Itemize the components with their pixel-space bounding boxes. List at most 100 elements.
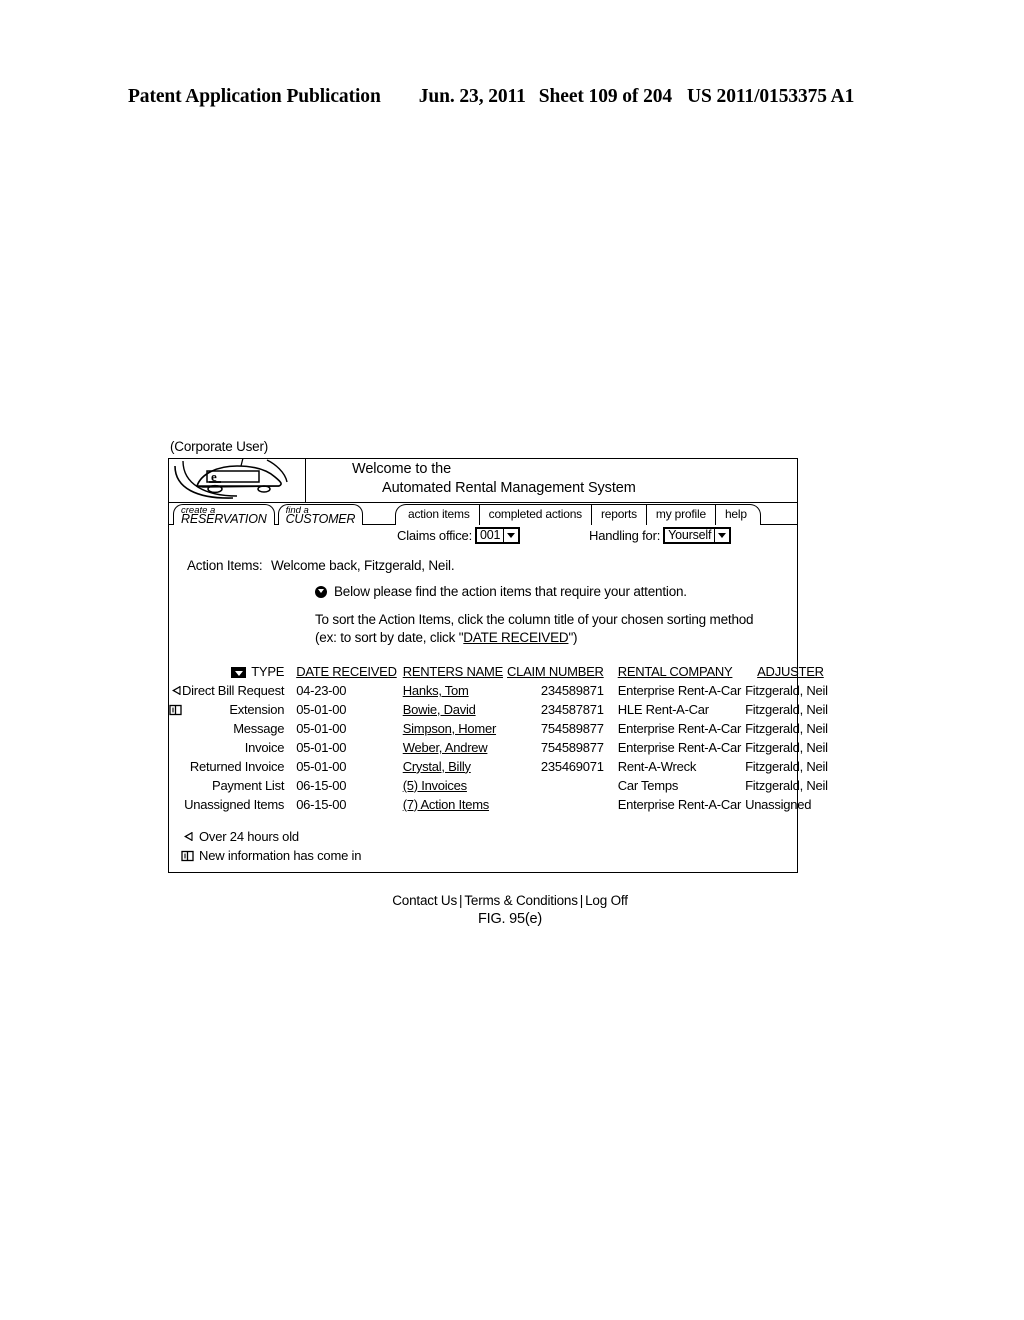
row-renters-name-link[interactable]: Bowie, David (403, 702, 476, 717)
welcome-line-2: Automated Rental Management System (382, 479, 636, 496)
table-row[interactable]: Extension 05-01-00 Bowie, David 23458787… (169, 700, 828, 719)
table-row[interactable]: Payment List 06-15-00 (5) Invoices Car T… (169, 776, 828, 795)
handling-for-value: Yourself (668, 527, 712, 542)
header-type[interactable]: TYPE (182, 664, 292, 681)
legend-item-new-information: New information has come in (181, 847, 797, 865)
tab-help[interactable]: help (716, 505, 760, 525)
row-type: Invoice (244, 739, 285, 755)
figure-caption: FIG. 95(e) (477, 910, 543, 927)
table-row[interactable]: Direct Bill Request 04-23-00 Hanks, Tom … (169, 681, 828, 700)
row-rental-company: Enterprise Rent-A-Car (617, 796, 742, 812)
header-rental-company[interactable]: RENTAL COMPANY (612, 664, 741, 681)
figure-container: (Corporate User) e Welcome to the Automa… (168, 439, 828, 927)
row-renters-name[interactable]: (5) Invoices (397, 776, 503, 795)
row-renters-name[interactable]: Weber, Andrew (397, 738, 503, 757)
row-flag-cell (169, 681, 182, 700)
row-type: Message (233, 720, 285, 736)
application-window: e Welcome to the Automated Rental Manage… (168, 457, 828, 873)
legend-text-over-24-hours: Over 24 hours old (199, 828, 299, 844)
row-claim-number: 234587871 (540, 701, 604, 717)
footer-link-log-off[interactable]: Log Off (585, 893, 628, 908)
claims-office-select[interactable]: 001 (474, 526, 521, 544)
row-flag-cell (169, 757, 182, 776)
row-flag-cell (169, 738, 182, 757)
new-information-icon (169, 704, 182, 716)
row-adjuster: Fitzgerald, Neil (745, 682, 828, 698)
tab-strip: create a RESERVATION find a CUSTOMER act… (169, 503, 797, 525)
header-renters-name-label: RENTERS NAME (402, 663, 504, 679)
header-claim-number[interactable]: CLAIM NUMBER (503, 664, 612, 681)
row-adjuster: Unassigned (745, 796, 812, 812)
claims-office-control: Claims office: 001 (397, 526, 521, 544)
handling-for-select[interactable]: Yourself (663, 526, 732, 544)
header-flag-column (169, 664, 182, 681)
row-claim-number (503, 776, 612, 795)
row-renters-name-link[interactable]: Hanks, Tom (403, 683, 469, 698)
table-body: Direct Bill Request 04-23-00 Hanks, Tom … (169, 681, 828, 814)
claims-office-label: Claims office: (397, 527, 472, 543)
legend-item-over-24-hours: Over 24 hours old (181, 828, 797, 846)
row-renters-name-link[interactable]: (7) Action Items (403, 797, 490, 812)
row-renters-name[interactable]: Simpson, Homer (397, 719, 503, 738)
row-date-received: 05-01-00 (296, 739, 347, 755)
row-renters-name[interactable]: Bowie, David (397, 700, 503, 719)
row-renters-name[interactable]: Crystal, Billy (397, 757, 503, 776)
chevron-down-icon[interactable] (503, 528, 518, 542)
sort-instructions: To sort the Action Items, click the colu… (169, 611, 797, 647)
sort-example-link[interactable]: DATE RECEIVED (463, 630, 568, 645)
table-row[interactable]: Invoice 05-01-00 Weber, Andrew 754589877… (169, 738, 828, 757)
header-date-received-label: DATE RECEIVED (296, 663, 397, 679)
main-navigation-tabs: action items completed actions reports m… (395, 503, 761, 525)
tab-action-items[interactable]: action items (396, 504, 480, 525)
tab-reports[interactable]: reports (592, 504, 647, 525)
row-date-received: 05-01-00 (296, 758, 347, 774)
tab-completed-actions[interactable]: completed actions (480, 504, 592, 525)
footer-separator-2: | (579, 892, 584, 908)
instruction-bullet-text: Below please find the action items that … (334, 583, 687, 599)
header-date-received[interactable]: DATE RECEIVED (292, 664, 397, 681)
controls-row: Claims office: 001 Handling for: Yoursel… (169, 525, 797, 549)
row-renters-name[interactable]: Hanks, Tom (397, 681, 503, 700)
row-date-received: 04-23-00 (296, 682, 347, 698)
chevron-down-icon[interactable] (714, 528, 729, 542)
row-rental-company: Enterprise Rent-A-Car (617, 682, 742, 698)
table-row[interactable]: Unassigned Items 06-15-00 (7) Action Ite… (169, 795, 828, 814)
find-customer-button[interactable]: find a CUSTOMER (277, 503, 364, 525)
tab-my-profile[interactable]: my profile (647, 504, 716, 525)
row-claim-number: 754589877 (540, 720, 604, 736)
sort-instruction-line-1: To sort the Action Items, click the colu… (315, 611, 754, 627)
app-body: Action Items: Welcome back, Fitzgerald, … (169, 549, 828, 872)
table-row[interactable]: Returned Invoice 05-01-00 Crystal, Billy… (169, 757, 828, 776)
row-type: Direct Bill Request (182, 682, 285, 698)
row-date-received: 05-01-00 (296, 720, 347, 736)
row-claim-number (503, 795, 612, 814)
footer-link-terms-conditions[interactable]: Terms & Conditions (464, 893, 578, 908)
patent-date: Jun. 23, 2011 (418, 86, 526, 107)
table-row[interactable]: Message 05-01-00 Simpson, Homer 75458987… (169, 719, 828, 738)
welcome-title-block: Welcome to the Automated Rental Manageme… (305, 458, 797, 502)
row-adjuster: Fitzgerald, Neil (745, 739, 828, 755)
row-rental-company: Rent-A-Wreck (617, 758, 697, 774)
circle-down-arrow-icon (315, 585, 327, 598)
header-renters-name[interactable]: RENTERS NAME (397, 663, 504, 681)
sort-instruction-line-2: (ex: to sort by date, click "DATE RECEIV… (315, 629, 797, 647)
row-renters-name-link[interactable]: (5) Invoices (403, 778, 467, 793)
row-adjuster: Fitzgerald, Neil (745, 777, 828, 793)
header-adjuster[interactable]: ADJUSTER (741, 664, 828, 681)
row-renters-name-link[interactable]: Simpson, Homer (403, 721, 497, 736)
row-renters-name[interactable]: (7) Action Items (397, 795, 503, 814)
row-renters-name-link[interactable]: Weber, Andrew (403, 740, 488, 755)
patent-page-header: Patent Application Publication Jun. 23, … (128, 86, 898, 108)
greeting-text: Welcome back, Fitzgerald, Neil. (271, 557, 455, 573)
footer-links: Contact Us | Terms & Conditions | Log Off (168, 893, 828, 908)
type-filter-dropdown-icon[interactable] (231, 666, 247, 678)
legend-text-new-information: New information has come in (199, 847, 362, 863)
row-renters-name-link[interactable]: Crystal, Billy (403, 759, 471, 774)
claims-office-value: 001 (479, 527, 501, 542)
table-header-row: TYPE DATE RECEIVED RENTERS NAME CLAIM NU… (169, 664, 828, 681)
create-reservation-big-label: RESERVATION (181, 512, 267, 527)
footer-link-contact-us[interactable]: Contact Us (392, 893, 457, 908)
row-type: Extension (229, 701, 285, 717)
create-reservation-button[interactable]: create a RESERVATION (173, 503, 275, 527)
greeting-line: Action Items: Welcome back, Fitzgerald, … (169, 558, 797, 573)
